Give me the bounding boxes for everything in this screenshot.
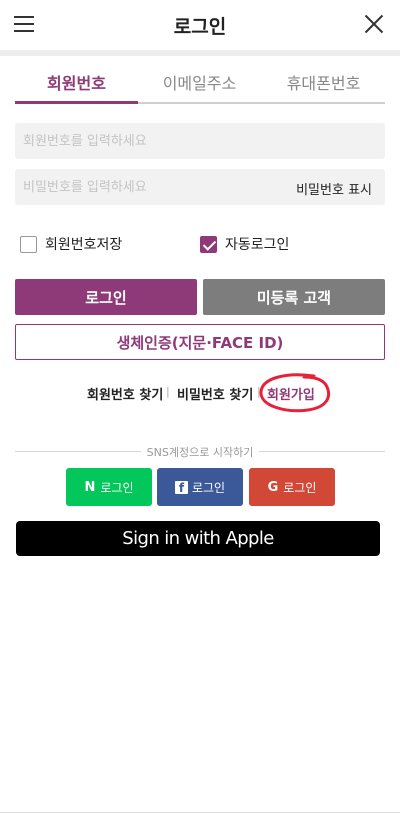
sns-title-text: SNS계정으로 시작하기 xyxy=(146,446,254,459)
link-separator: | xyxy=(166,385,170,398)
auto-login-label: 자동로그인 xyxy=(225,237,290,253)
handwritten-circle-annotation xyxy=(259,373,331,413)
close-icon[interactable] xyxy=(364,14,384,34)
find-member-number-link[interactable]: 회원번호 찾기 xyxy=(87,384,163,403)
facebook-login-label: 로그인 xyxy=(191,480,226,495)
member-number-input[interactable] xyxy=(15,123,385,159)
naver-login-button[interactable]: N 로그인 xyxy=(66,468,152,506)
header-divider xyxy=(0,50,400,56)
show-password-toggle[interactable]: 비밀번호 표시 xyxy=(296,179,372,198)
google-icon: G xyxy=(267,479,279,495)
naver-icon: N xyxy=(84,479,96,495)
guest-customer-button[interactable]: 미등록 고객 xyxy=(203,279,385,315)
app-header: 로그인 xyxy=(0,0,400,50)
sns-section-title: SNS계정으로 시작하기 xyxy=(15,442,385,460)
login-type-tabs: 회원번호 이메일주소 휴대폰번호 xyxy=(15,58,385,104)
tab-phone[interactable]: 휴대폰번호 xyxy=(262,70,385,94)
apple-sign-in-label: Sign in with Apple xyxy=(122,528,274,549)
google-login-button[interactable]: G 로그인 xyxy=(249,468,335,506)
tab-email[interactable]: 이메일주소 xyxy=(138,70,261,94)
login-button[interactable]: 로그인 xyxy=(15,279,197,315)
google-login-label: 로그인 xyxy=(283,480,317,495)
account-links: 회원번호 찾기 | 비밀번호 찾기 | 회원가입 xyxy=(0,384,400,404)
page-title: 로그인 xyxy=(173,16,227,38)
naver-login-label: 로그인 xyxy=(100,480,134,495)
biometric-login-button[interactable]: 생체인증(지문·FACE ID) xyxy=(15,324,385,360)
auto-login-checkbox[interactable]: 자동로그인 xyxy=(200,234,289,254)
divider-line xyxy=(259,451,385,452)
checkbox-unchecked-icon xyxy=(20,235,37,253)
find-password-link[interactable]: 비밀번호 찾기 xyxy=(177,384,253,403)
facebook-login-button[interactable]: f 로그인 xyxy=(157,468,243,506)
apple-sign-in-button[interactable]: Sign in with Apple xyxy=(16,521,380,556)
save-member-number-checkbox[interactable]: 회원번호저장 xyxy=(20,234,122,254)
checkbox-checked-icon xyxy=(200,235,217,253)
save-member-number-label: 회원번호저장 xyxy=(45,237,123,253)
facebook-icon: f xyxy=(174,480,188,495)
tab-member-number[interactable]: 회원번호 xyxy=(15,70,138,94)
active-tab-indicator xyxy=(15,101,138,104)
